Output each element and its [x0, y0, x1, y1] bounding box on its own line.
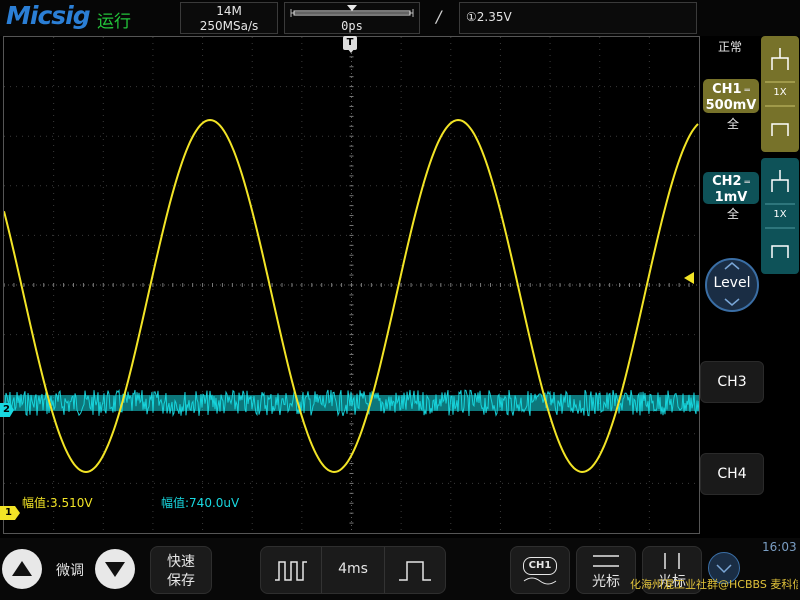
- trigger-level-value: 2.35V: [476, 10, 512, 24]
- quick-save-label-2: 保存: [167, 573, 195, 589]
- level-label: Level: [713, 275, 751, 291]
- chevron-down-icon: [724, 298, 740, 306]
- level-knob[interactable]: Level: [705, 258, 759, 312]
- fine-down-button[interactable]: [95, 549, 135, 589]
- ch2-amplitude-measurement[interactable]: 幅值:740.0uV: [161, 494, 239, 511]
- vertical-cursor-icon: [664, 553, 680, 569]
- brand-logo: Micsig: [6, 1, 91, 30]
- quick-save-label-1: 快速: [167, 554, 195, 570]
- waveform-mini-icon: [523, 577, 557, 585]
- ch1-tag: CH1: [523, 557, 557, 575]
- timebase-decrease-icon[interactable]: [273, 558, 309, 582]
- horizontal-cursor-icon: [593, 555, 619, 567]
- ch1-waveform: [4, 118, 699, 474]
- ch2-probe-ratio: 1X: [773, 209, 787, 220]
- memory-depth: 14M: [216, 4, 242, 18]
- trigger-source-icon: ①: [466, 10, 477, 24]
- sample-rate: 250MSa/s: [199, 19, 259, 33]
- timebase-value: 4ms: [338, 561, 368, 577]
- horizontal-cursor-label: 光标: [592, 574, 620, 590]
- acquisition-info[interactable]: 14M 250MSa/s: [180, 2, 278, 34]
- ch1-probe-strip[interactable]: 1X: [761, 36, 799, 152]
- ch2-noise-band: [4, 395, 699, 411]
- chevron-up-icon: [724, 262, 740, 270]
- ch2-scale-button[interactable]: CH2 ═ 1mV: [703, 172, 759, 205]
- timebase-control[interactable]: 4ms: [260, 546, 446, 594]
- ch1-probe-ratio: 1X: [773, 87, 787, 98]
- triangle-down-icon: [105, 562, 125, 577]
- graticule: [4, 37, 699, 533]
- quick-save-button[interactable]: 快速 保存: [150, 546, 212, 594]
- ch4-button[interactable]: CH4: [700, 453, 764, 495]
- ch1-name: CH1: [712, 82, 742, 97]
- clock: 16:03: [762, 540, 797, 554]
- waveform-display[interactable]: [3, 36, 700, 534]
- channel-select-button[interactable]: CH1: [510, 546, 570, 594]
- ch2-name: CH2: [712, 174, 742, 189]
- run-stop-status[interactable]: 运行: [97, 7, 131, 32]
- divider: [384, 547, 385, 593]
- horizontal-position-box[interactable]: 0ps: [284, 2, 420, 34]
- trigger-time-offset: 0ps: [341, 19, 363, 33]
- trigger-level-box[interactable]: ①2.35V: [459, 2, 697, 34]
- fine-up-button[interactable]: [2, 549, 42, 589]
- trigger-marker-arrow: [347, 48, 355, 53]
- top-status-bar: Micsig 运行 14M 250MSa/s 0ps / ①2.35V: [0, 0, 800, 36]
- ch1-scale: 500mV: [705, 98, 757, 113]
- ch3-button[interactable]: CH3: [700, 361, 764, 403]
- fine-adjust-label: 微调: [56, 563, 84, 579]
- trigger-mode-status[interactable]: 正常: [718, 38, 742, 55]
- memory-window-icon: [290, 5, 414, 17]
- timebase-increase-icon[interactable]: [397, 558, 433, 582]
- triangle-up-icon: [12, 561, 32, 576]
- ch1-coupling: 全: [727, 117, 740, 131]
- trigger-level-arrow[interactable]: [684, 272, 694, 284]
- ch1-amplitude-measurement[interactable]: 幅值:3.510V: [22, 494, 93, 511]
- horizontal-cursor-button[interactable]: 光标: [576, 546, 636, 594]
- watermark: 化海州混工业社群@HCBBS 麦科信仪器-小麦: [630, 578, 798, 591]
- ch2-probe-strip[interactable]: 1X: [761, 158, 799, 274]
- ch2-scale: 1mV: [714, 190, 748, 205]
- ch1-scale-button[interactable]: CH1 ═ 500mV: [703, 79, 759, 113]
- rising-edge-slope-icon[interactable]: /: [436, 7, 441, 26]
- ch2-coupling: 全: [727, 207, 740, 221]
